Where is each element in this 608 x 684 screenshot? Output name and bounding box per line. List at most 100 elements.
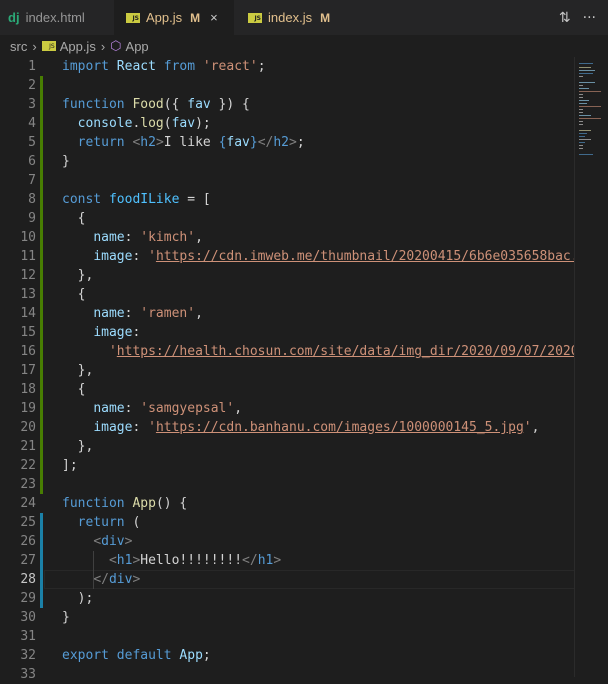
code-line[interactable]: 13 { — [0, 285, 575, 304]
git-change-marker[interactable] — [40, 76, 43, 95]
code-line[interactable]: 31 — [0, 627, 575, 646]
line-number: 22 — [20, 458, 36, 473]
tab-index-js[interactable]: JS index.js M — [238, 0, 348, 35]
line-number: 25 — [20, 515, 36, 530]
breadcrumb-folder[interactable]: src — [10, 39, 27, 54]
code-line[interactable]: 33 — [0, 665, 575, 684]
code-line[interactable]: 4 console.log(fav); — [0, 114, 575, 133]
code-line[interactable]: 21 }, — [0, 437, 575, 456]
git-change-marker[interactable] — [40, 456, 43, 475]
code-line[interactable]: 25 return ( — [0, 513, 575, 532]
code-text: const foodILike = [ — [62, 190, 211, 209]
git-change-marker[interactable] — [40, 570, 43, 589]
code-line[interactable]: 3 function Food({ fav }) { — [0, 95, 575, 114]
code-token: , — [195, 306, 203, 321]
line-number: 17 — [20, 363, 36, 378]
line-number: 9 — [28, 211, 36, 226]
git-change-marker[interactable] — [40, 114, 43, 133]
git-change-marker[interactable] — [40, 418, 43, 437]
code-line[interactable]: 18 { — [0, 380, 575, 399]
code-line[interactable]: 30} — [0, 608, 575, 627]
git-change-marker[interactable] — [40, 589, 43, 608]
tab-index-html[interactable]: dj index.html — [0, 0, 110, 35]
code-text: ]; — [62, 456, 78, 475]
code-line[interactable]: 1 import React from 'react'; — [0, 57, 575, 76]
git-change-marker[interactable] — [40, 285, 43, 304]
code-line[interactable]: 26 <div> — [0, 532, 575, 551]
code-token: function — [62, 496, 133, 511]
git-change-marker[interactable] — [40, 342, 43, 361]
code-line[interactable]: 28 </div> — [0, 570, 577, 589]
git-change-marker[interactable] — [40, 532, 43, 551]
minimap[interactable] — [575, 57, 608, 677]
breadcrumb-symbol[interactable]: App — [126, 39, 149, 54]
code-text: </div> — [62, 570, 140, 589]
code-line[interactable]: 12 }, — [0, 266, 575, 285]
code-token: ' — [148, 249, 156, 264]
minimap-line — [579, 154, 593, 155]
code-token: image — [93, 325, 133, 340]
git-change-marker[interactable] — [40, 247, 43, 266]
code-line[interactable]: 5 return <h2>I like {fav}</h2>; — [0, 133, 575, 152]
more-icon[interactable]: ··· — [583, 10, 596, 26]
minimap-line — [579, 124, 583, 125]
code-line[interactable]: 6} — [0, 152, 575, 171]
code-line[interactable]: 20 image: 'https://cdn.banhanu.com/image… — [0, 418, 575, 437]
git-change-marker[interactable] — [40, 513, 43, 532]
code-line[interactable]: 10 name: 'kimch', — [0, 228, 575, 247]
git-change-marker[interactable] — [40, 133, 43, 152]
code-line[interactable]: 7 — [0, 171, 575, 190]
code-line[interactable]: 9 { — [0, 209, 575, 228]
line-number: 29 — [20, 591, 36, 606]
code-line[interactable]: 16 'https://health.chosun.com/site/data/… — [0, 342, 586, 361]
code-line[interactable]: 24 function App() { — [0, 494, 575, 513]
git-change-marker[interactable] — [40, 209, 43, 228]
tab-app-js[interactable]: JS App.js M × — [114, 0, 234, 35]
code-line[interactable]: 22]; — [0, 456, 575, 475]
code-line[interactable]: 32 export default App; — [0, 646, 575, 665]
minimap-line — [579, 97, 583, 98]
git-change-marker[interactable] — [40, 437, 43, 456]
git-change-marker[interactable] — [40, 152, 43, 171]
code-line[interactable]: 17 }, — [0, 361, 575, 380]
git-compare-icon[interactable]: ⇅ — [559, 10, 571, 26]
git-change-marker[interactable] — [40, 228, 43, 247]
code-line[interactable]: 2 — [0, 76, 575, 95]
git-change-marker[interactable] — [40, 475, 43, 494]
code-token: Food — [132, 97, 164, 112]
code-line[interactable]: 15 image: — [0, 323, 575, 342]
code-text: name: 'samgyepsal', — [62, 399, 242, 418]
git-change-marker[interactable] — [40, 95, 43, 114]
breadcrumb-file[interactable]: App.js — [60, 39, 96, 54]
git-change-marker[interactable] — [40, 399, 43, 418]
code-line[interactable]: 27 <h1>Hello!!!!!!!!</h1> — [0, 551, 575, 570]
git-change-marker[interactable] — [40, 361, 43, 380]
line-number: 6 — [28, 154, 36, 169]
line-number: 1 — [28, 59, 36, 74]
line-number: 12 — [20, 268, 36, 283]
code-line[interactable]: 11 image: 'https://cdn.imweb.me/thumbnai… — [0, 247, 586, 266]
git-change-marker[interactable] — [40, 190, 43, 209]
git-change-marker[interactable] — [40, 304, 43, 323]
code-token: fav — [171, 116, 196, 131]
code-line[interactable]: 19 name: 'samgyepsal', — [0, 399, 575, 418]
git-change-marker[interactable] — [40, 380, 43, 399]
git-change-marker[interactable] — [40, 323, 43, 342]
git-change-marker[interactable] — [40, 266, 43, 285]
git-change-marker[interactable] — [40, 551, 43, 570]
minimap-line — [579, 115, 591, 116]
code-token: 'ramen' — [140, 306, 196, 321]
editor-tab-bar: dj index.html JS App.js M × JS index.js … — [0, 0, 608, 35]
code-token: }) { — [210, 97, 250, 112]
code-line[interactable]: 8 const foodILike = [ — [0, 190, 575, 209]
close-icon[interactable]: × — [210, 10, 218, 25]
code-line[interactable]: 23 — [0, 475, 575, 494]
code-line[interactable]: 29 ); — [0, 589, 575, 608]
git-change-marker[interactable] — [40, 171, 43, 190]
code-editor[interactable]: 1 import React from 'react'; 2 3 function Fo… — [0, 57, 608, 682]
code-token: < — [93, 534, 102, 549]
code-token: fav — [226, 135, 250, 150]
code-line[interactable]: 14 name: 'ramen', — [0, 304, 575, 323]
